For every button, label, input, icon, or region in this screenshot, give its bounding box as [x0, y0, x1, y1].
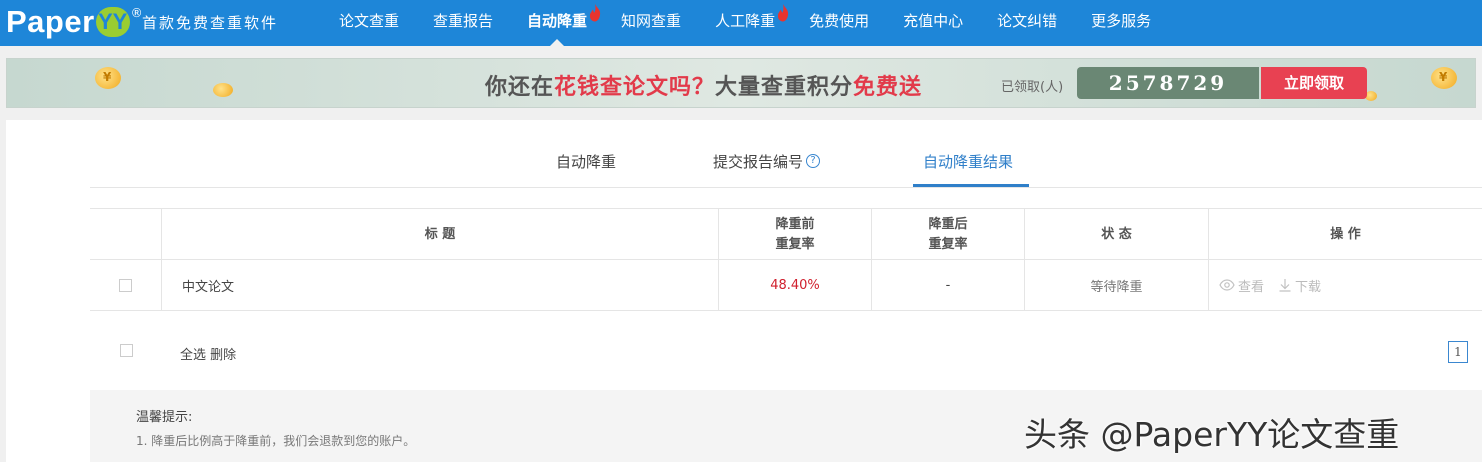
- active-tab-underline: [913, 184, 1029, 187]
- nav-item-free-use[interactable]: 免费使用: [792, 0, 886, 46]
- row-checkbox[interactable]: [119, 278, 132, 292]
- nav-item-label: 人工降重: [715, 12, 776, 30]
- nav-item-label: 自动降重: [527, 12, 588, 30]
- header-text: 降重前: [775, 216, 815, 232]
- claim-now-button[interactable]: 立即领取: [1261, 67, 1367, 99]
- header-after-rate: 降重后 重复率: [871, 209, 1024, 260]
- header-text: 重复率: [928, 236, 968, 252]
- nav-item-auto-reduce[interactable]: 自动降重: [510, 0, 604, 46]
- claimed-counter: 2578729: [1077, 67, 1259, 99]
- banner-text-highlight: 花钱查论文吗？: [554, 75, 716, 100]
- table-footer: 全选 删除 1: [90, 310, 1482, 390]
- tab-label: 自动降重结果: [923, 153, 1014, 171]
- tab-auto-reduce-result[interactable]: 自动降重结果: [923, 151, 1013, 172]
- page-number-button[interactable]: 1: [1448, 341, 1468, 363]
- logo-mark: YY: [95, 7, 130, 37]
- tab-auto-reduce[interactable]: 自动降重: [556, 151, 616, 172]
- eye-icon: [1219, 279, 1235, 291]
- tab-label: 提交报告编号: [713, 153, 804, 171]
- nav-item-label: 论文纠错: [997, 12, 1058, 30]
- claimed-label: 已领取(人): [1001, 80, 1064, 95]
- help-icon[interactable]: ?: [806, 154, 821, 168]
- banner-text-part: 大量查重积分: [715, 75, 854, 100]
- coin-icon: [213, 83, 233, 97]
- tab-submit-report-number[interactable]: 提交报告编号?: [713, 151, 821, 172]
- flame-icon: [589, 4, 601, 22]
- logo[interactable]: Paper YY ®: [6, 4, 143, 40]
- nav-item-check-report[interactable]: 查重报告: [416, 0, 510, 46]
- coin-icon: ¥: [1431, 67, 1457, 89]
- nav-item-label: 免费使用: [809, 12, 870, 30]
- tab-bar: 自动降重 提交报告编号? 自动降重结果: [90, 120, 1482, 188]
- nav-item-paper-check[interactable]: 论文查重: [322, 0, 416, 46]
- download-label: 下载: [1295, 279, 1322, 295]
- banner-text-highlight: 免费送: [853, 75, 923, 100]
- nav-item-label: 论文查重: [339, 12, 400, 30]
- main-nav: 论文查重 查重报告 自动降重 知网查重 人工降重 免费使用 充值中心 论文纠错 …: [322, 0, 1168, 46]
- row-checkbox-cell: [90, 260, 161, 310]
- bulk-actions: 全选 删除: [180, 344, 236, 363]
- select-all-button[interactable]: 全选: [180, 348, 206, 363]
- nav-item-recharge[interactable]: 充值中心: [886, 0, 980, 46]
- table-header-row: 标 题 降重前 重复率 降重后 重复率 状 态 操 作: [90, 208, 1482, 260]
- row-operations: 查看 下载: [1208, 260, 1482, 310]
- view-button[interactable]: 查看: [1219, 276, 1264, 295]
- nav-item-cnki-check[interactable]: 知网查重: [604, 0, 698, 46]
- nav-item-manual-reduce[interactable]: 人工降重: [698, 0, 792, 46]
- row-before-rate: 48.40%: [718, 260, 871, 310]
- header-status: 状 态: [1024, 209, 1208, 260]
- active-nav-caret: [550, 39, 565, 46]
- download-button[interactable]: 下载: [1278, 276, 1321, 295]
- select-all-checkbox[interactable]: [120, 344, 133, 357]
- delete-button[interactable]: 删除: [210, 348, 236, 363]
- logo-registered-mark: ®: [130, 6, 143, 20]
- promo-banner[interactable]: ¥ ¥ 你还在花钱查论文吗？大量查重积分免费送 已领取(人) 2578729 立…: [6, 58, 1476, 108]
- header-operations: 操 作: [1208, 209, 1482, 260]
- logo-text: Paper: [6, 4, 95, 39]
- row-title: 中文论文: [161, 260, 718, 310]
- tab-label: 自动降重: [556, 153, 617, 171]
- tips-title: 温馨提示:: [136, 410, 193, 425]
- nav-item-label: 充值中心: [903, 12, 964, 30]
- row-after-rate: -: [871, 260, 1024, 310]
- header-text: 重复率: [775, 236, 815, 252]
- header-title: 标 题: [161, 209, 718, 260]
- header-text: 降重后: [928, 216, 968, 232]
- nav-item-more-services[interactable]: 更多服务: [1074, 0, 1168, 46]
- row-status: 等待降重: [1024, 260, 1208, 310]
- header-checkbox-cell: [90, 209, 161, 260]
- nav-item-label: 更多服务: [1091, 12, 1152, 30]
- nav-item-label: 查重报告: [433, 12, 494, 30]
- view-label: 查看: [1238, 279, 1265, 295]
- download-icon: [1279, 279, 1291, 292]
- tips-line: 1. 降重后比例高于降重前，我们会退款到您的账户。: [136, 434, 416, 448]
- top-nav-bar: Paper YY ® 首款免费查重软件 论文查重 查重报告 自动降重 知网查重 …: [0, 0, 1482, 46]
- slogan: 首款免费查重软件: [142, 14, 279, 32]
- header-before-rate: 降重前 重复率: [718, 209, 871, 260]
- nav-item-label: 知网查重: [621, 12, 682, 30]
- flame-icon: [778, 4, 789, 22]
- banner-headline: 你还在花钱查论文吗？大量查重积分免费送: [485, 69, 922, 101]
- banner-text-part: 你还在: [485, 75, 555, 100]
- nav-item-error-correction[interactable]: 论文纠错: [980, 0, 1074, 46]
- table-row: 中文论文 48.40% - 等待降重 查看 下载: [90, 259, 1482, 310]
- coin-icon: ¥: [95, 67, 121, 89]
- watermark: 头条 @PaperYY论文查重: [1024, 415, 1400, 454]
